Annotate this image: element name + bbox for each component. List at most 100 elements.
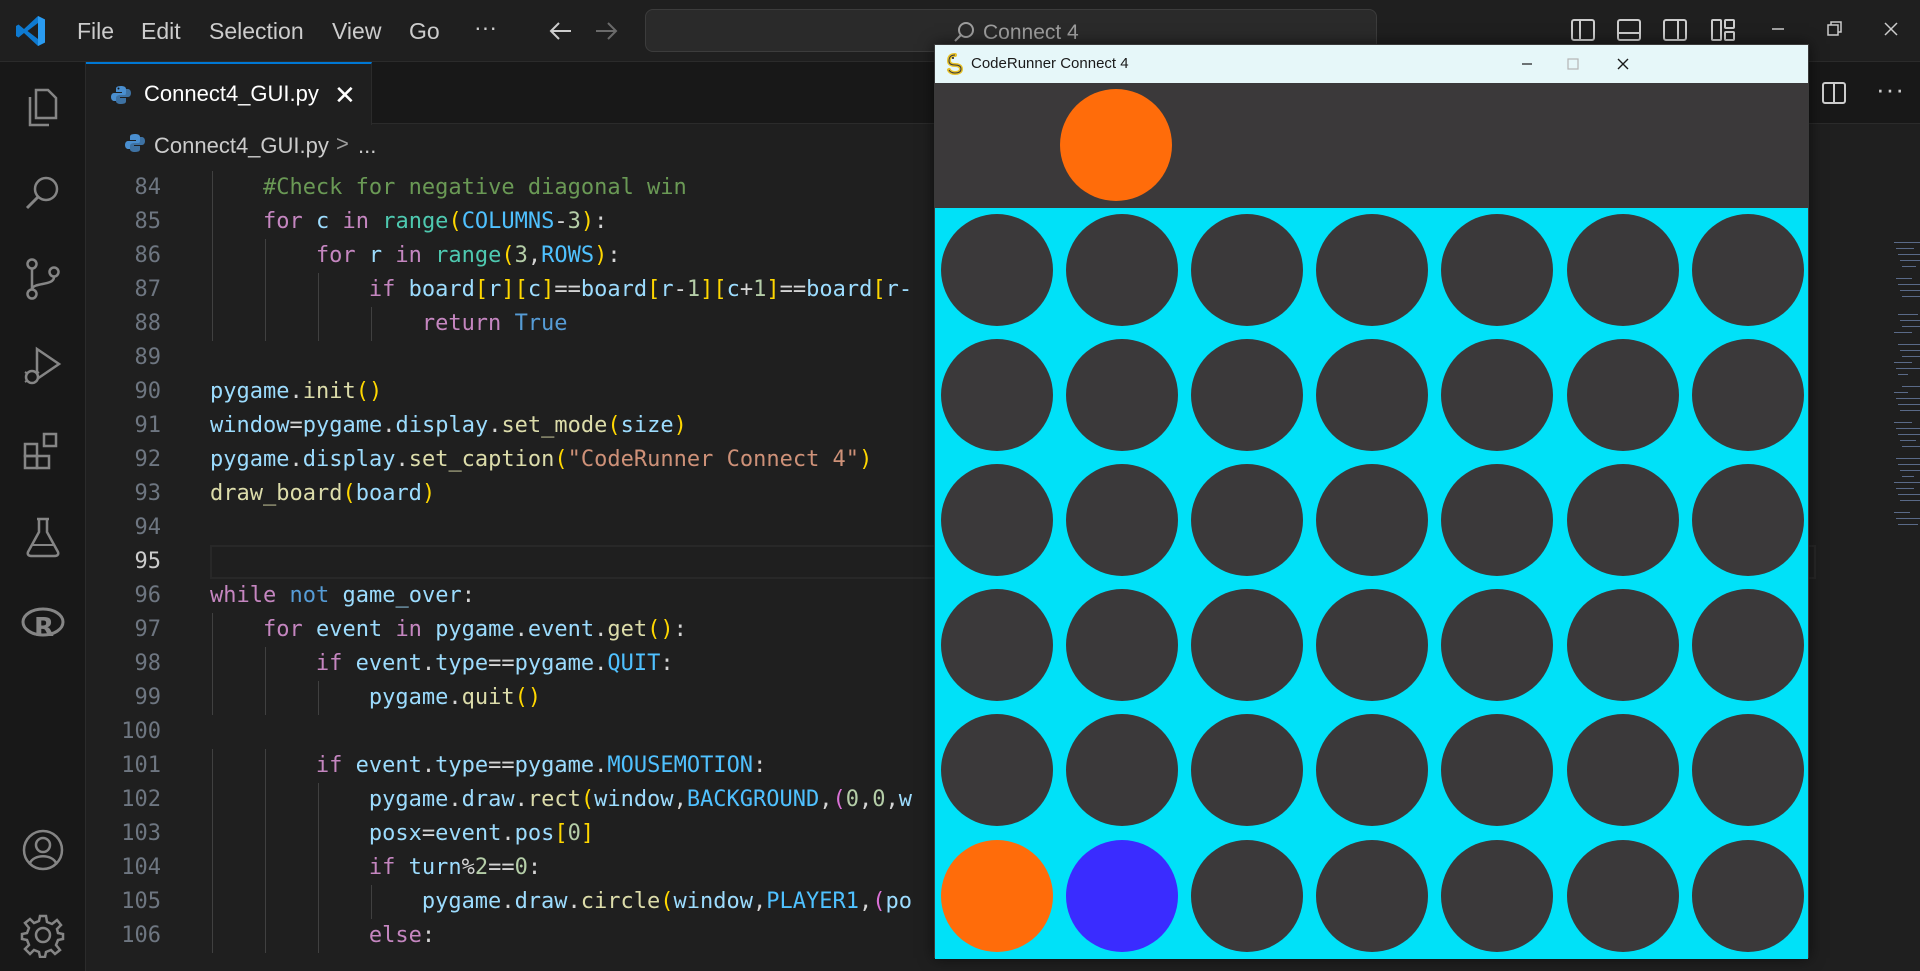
empty-slot[interactable] bbox=[1066, 714, 1179, 827]
empty-slot[interactable] bbox=[1441, 339, 1554, 452]
empty-slot[interactable] bbox=[1316, 464, 1429, 577]
game-window-titlebar[interactable]: CodeRunner Connect 4 bbox=[935, 45, 1808, 83]
explorer-icon[interactable] bbox=[20, 84, 66, 130]
empty-slot[interactable] bbox=[941, 214, 1053, 326]
tab-close-icon[interactable]: ✕ bbox=[334, 82, 356, 108]
indent-guide bbox=[212, 749, 213, 783]
empty-slot[interactable] bbox=[1691, 839, 1804, 952]
minimap-line bbox=[1900, 440, 1916, 441]
forward-arrow-icon[interactable] bbox=[591, 16, 621, 46]
empty-slot[interactable] bbox=[1441, 839, 1554, 952]
code-text: pygame.init() bbox=[210, 379, 383, 404]
customize-layout-icon[interactable] bbox=[1709, 16, 1737, 44]
indent-guide bbox=[370, 307, 372, 341]
menu-view[interactable]: View bbox=[332, 18, 381, 45]
empty-slot[interactable] bbox=[1691, 714, 1804, 827]
empty-slot[interactable] bbox=[1316, 339, 1429, 452]
empty-slot[interactable] bbox=[1191, 714, 1304, 827]
toggle-secondary-sidebar-icon[interactable] bbox=[1661, 16, 1689, 44]
empty-slot[interactable] bbox=[1191, 839, 1304, 952]
menu-edit[interactable]: Edit bbox=[141, 18, 181, 45]
close-icon[interactable] bbox=[1612, 53, 1634, 75]
empty-slot[interactable] bbox=[1066, 339, 1179, 452]
line-number: 84 bbox=[134, 175, 162, 200]
menu-file[interactable]: File bbox=[77, 18, 114, 45]
menu-more[interactable]: ··· bbox=[474, 14, 497, 41]
minimize-icon[interactable] bbox=[1763, 14, 1793, 44]
minimap-line bbox=[1902, 446, 1920, 447]
game-canvas[interactable] bbox=[935, 83, 1808, 959]
empty-slot[interactable] bbox=[1566, 589, 1679, 702]
empty-slot[interactable] bbox=[1066, 214, 1179, 326]
empty-slot[interactable] bbox=[1066, 589, 1179, 702]
line-number: 104 bbox=[121, 855, 161, 880]
source-control-icon[interactable] bbox=[20, 256, 66, 302]
r-extension-icon[interactable]: R bbox=[20, 600, 66, 646]
empty-slot[interactable] bbox=[1316, 839, 1429, 952]
menu-selection[interactable]: Selection bbox=[209, 18, 304, 45]
indent-guide bbox=[212, 239, 213, 273]
indent-guide bbox=[317, 851, 319, 885]
testing-icon[interactable] bbox=[20, 514, 66, 560]
tab-connect4-gui[interactable]: Connect4_GUI.py ✕ bbox=[86, 62, 372, 125]
connect4-board[interactable] bbox=[935, 208, 1808, 959]
empty-slot[interactable] bbox=[1691, 464, 1804, 577]
minimap-line bbox=[1894, 512, 1910, 513]
empty-slot[interactable] bbox=[941, 339, 1053, 452]
close-icon[interactable] bbox=[1876, 14, 1906, 44]
maximize-icon[interactable] bbox=[1562, 53, 1584, 75]
minimize-icon[interactable] bbox=[1516, 53, 1538, 75]
breadcrumb-file[interactable]: Connect4_GUI.py bbox=[154, 133, 329, 159]
empty-slot[interactable] bbox=[1316, 714, 1429, 827]
empty-slot[interactable] bbox=[941, 714, 1053, 827]
empty-slot[interactable] bbox=[1691, 214, 1804, 326]
empty-slot[interactable] bbox=[1066, 464, 1179, 577]
line-number: 94 bbox=[134, 515, 162, 540]
restore-icon[interactable] bbox=[1819, 14, 1849, 44]
empty-slot[interactable] bbox=[1566, 839, 1679, 952]
empty-slot[interactable] bbox=[1316, 214, 1429, 326]
python-file-icon bbox=[125, 134, 145, 152]
toggle-primary-sidebar-icon[interactable] bbox=[1569, 16, 1597, 44]
extensions-icon[interactable] bbox=[20, 428, 66, 474]
menu-go[interactable]: Go bbox=[409, 18, 440, 45]
code-text: if turn%2==0: bbox=[368, 855, 542, 880]
indent-guide bbox=[212, 205, 213, 239]
back-arrow-icon[interactable] bbox=[546, 16, 576, 46]
accounts-icon[interactable] bbox=[20, 827, 66, 873]
empty-slot[interactable] bbox=[1191, 214, 1304, 326]
empty-slot[interactable] bbox=[1566, 464, 1679, 577]
indent-guide bbox=[264, 647, 266, 681]
more-actions-icon[interactable]: ··· bbox=[1876, 74, 1905, 105]
line-number: 99 bbox=[134, 685, 162, 710]
run-debug-icon[interactable] bbox=[20, 342, 66, 388]
player1-piece[interactable] bbox=[941, 839, 1053, 952]
player2-piece[interactable] bbox=[1066, 839, 1179, 952]
empty-slot[interactable] bbox=[941, 589, 1053, 702]
empty-slot[interactable] bbox=[1566, 714, 1679, 827]
empty-slot[interactable] bbox=[1691, 589, 1804, 702]
minimap[interactable] bbox=[1894, 242, 1920, 542]
code-text: while not game_over: bbox=[210, 583, 475, 608]
drop-zone[interactable] bbox=[935, 83, 1808, 208]
minimap-line bbox=[1898, 434, 1920, 435]
settings-gear-icon[interactable] bbox=[20, 912, 66, 958]
empty-slot[interactable] bbox=[1441, 464, 1554, 577]
search-icon[interactable] bbox=[20, 170, 66, 216]
empty-slot[interactable] bbox=[1316, 589, 1429, 702]
empty-slot[interactable] bbox=[941, 464, 1053, 577]
empty-slot[interactable] bbox=[1566, 339, 1679, 452]
empty-slot[interactable] bbox=[1441, 714, 1554, 827]
split-editor-icon[interactable] bbox=[1819, 78, 1849, 108]
empty-slot[interactable] bbox=[1191, 589, 1304, 702]
game-window[interactable]: CodeRunner Connect 4 bbox=[934, 44, 1809, 959]
empty-slot[interactable] bbox=[1441, 589, 1554, 702]
toggle-panel-icon[interactable] bbox=[1615, 16, 1643, 44]
empty-slot[interactable] bbox=[1691, 339, 1804, 452]
breadcrumb-symbols[interactable]: ... bbox=[358, 133, 376, 159]
empty-slot[interactable] bbox=[1566, 214, 1679, 326]
empty-slot[interactable] bbox=[1191, 339, 1304, 452]
vscode-logo-icon[interactable] bbox=[14, 14, 48, 48]
empty-slot[interactable] bbox=[1191, 464, 1304, 577]
empty-slot[interactable] bbox=[1441, 214, 1554, 326]
